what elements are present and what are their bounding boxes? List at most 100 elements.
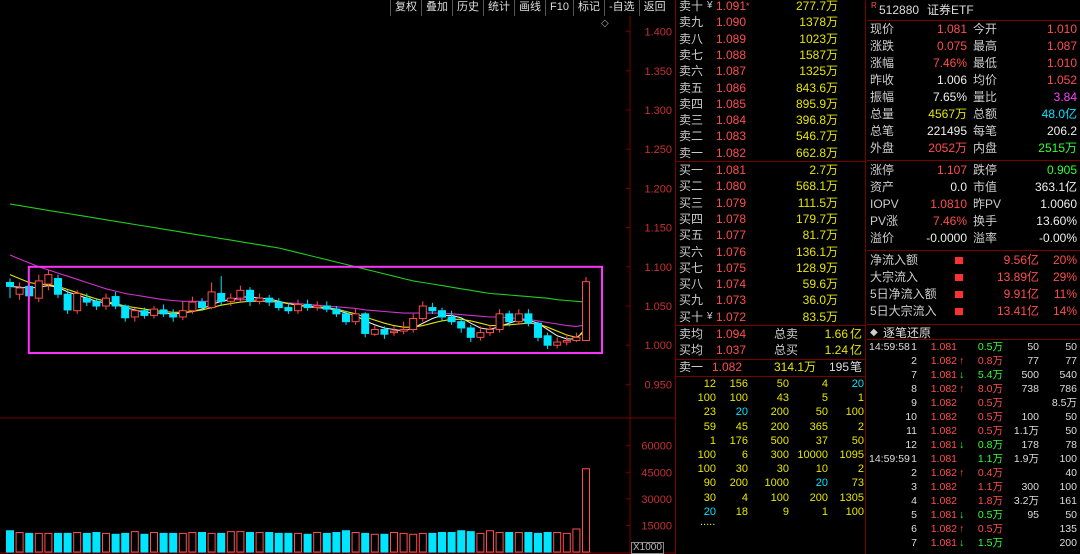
tick-col-x: 178 — [1021, 439, 1039, 451]
buy_orders-row[interactable]: 买八 1.074 59.6 万 — [676, 276, 866, 292]
quote-value: 0.905 — [1046, 163, 1077, 177]
volume-bar — [246, 532, 254, 553]
sell_orders-row[interactable]: 卖三 1.084 396.8 万 — [676, 112, 866, 128]
tick-col-y: 100 — [1059, 453, 1077, 465]
candle-body — [44, 274, 53, 285]
queue-cell: 300 — [770, 449, 789, 461]
sell_orders-row[interactable]: 卖七 1.088 1587 万 — [676, 47, 866, 63]
buy_orders-label: 买一 — [679, 163, 704, 177]
price-tick-label: 1.150 — [644, 223, 672, 235]
tick-list-header[interactable]: ◆ 逐笔还原 — [867, 324, 1080, 340]
tick-price: 1.082 — [930, 397, 957, 409]
tick-row: 11 1.082 0.5万 1.1万 50 — [867, 425, 1080, 439]
buy_orders-row[interactable]: 买四 1.078 179.7 万 — [676, 211, 866, 227]
sell_orders-volume: 1378 — [799, 15, 826, 30]
quote-label: 涨幅 — [870, 56, 895, 70]
sell_orders-volume: 843.6 — [795, 80, 826, 95]
buy_orders-label: 买二 — [679, 179, 704, 194]
sell_orders-row[interactable]: 卖八 1.089 1023 万 — [676, 31, 866, 47]
buy_orders-row[interactable]: 买一 1.081 2.7 万 — [676, 162, 866, 178]
toolbar-button-5[interactable]: F10 — [545, 0, 573, 16]
candle-body — [236, 289, 245, 299]
stock-header: R 512880 证券ETF — [867, 0, 1080, 20]
tick-price: 1.081 — [930, 537, 957, 549]
quote-row: PV涨 7.46% 换手 13.60% — [867, 213, 1080, 230]
queue-cell: 50 — [815, 406, 828, 419]
toolbar-button-2[interactable]: 历史 — [452, 0, 483, 16]
queue-cell: 5 — [821, 392, 828, 405]
volume-bar — [438, 532, 446, 553]
candle-body — [54, 278, 62, 295]
tick-arrow: ↓ — [959, 439, 965, 451]
tick-row: 3 1.082 1.1万 300 100 — [867, 481, 1080, 495]
sell_orders-label: 卖十 — [679, 0, 704, 13]
toolbar-button-1[interactable]: 叠加 — [421, 0, 452, 16]
candle-body — [159, 309, 168, 315]
quote-label: 市值 — [973, 180, 998, 194]
price-tick-label: 1.250 — [644, 144, 672, 156]
buy_orders-price: 1.075 — [716, 260, 747, 275]
buy_orders-volume: 83.5 — [802, 309, 826, 324]
tick-seq: 9 — [911, 397, 917, 409]
toolbar-button-3[interactable]: 统计 — [483, 0, 514, 16]
tick-volume: 0.5万 — [977, 509, 1003, 521]
buy_orders-row[interactable]: 买二 1.080 568.1 万 — [676, 178, 866, 194]
tick-seq: 4 — [911, 495, 917, 507]
toolbar-button-7[interactable]: -自选 — [603, 0, 639, 16]
buy_orders-row[interactable]: 买十 1.072 83.5 万 ¥ — [676, 309, 866, 325]
tick-price: 1.081 — [930, 509, 957, 521]
chart-pane[interactable]: 1.400 1.350 1.300 1.250 1.200 1.150 1.100 1.050… — [0, 0, 676, 554]
sell_orders-row[interactable]: 卖四 1.085 895.9 万 — [676, 96, 866, 112]
quote-value: 2052万 — [928, 141, 967, 155]
diamond-icon[interactable]: ◇ — [601, 18, 609, 29]
toolbar-button-0[interactable]: 复权 — [390, 0, 421, 16]
volume-bar — [534, 532, 542, 553]
sell-total: 1.66 — [824, 327, 848, 341]
toolbar-button-6[interactable]: 标记 — [572, 0, 604, 16]
queue-cell: 30 — [735, 463, 748, 476]
candle-body — [6, 281, 14, 287]
buy_orders-row[interactable]: 买三 1.079 111.5 万 — [676, 195, 866, 211]
sell_orders-row[interactable]: 卖二 1.083 546.7 万 — [676, 128, 866, 144]
price-tick-label: 1.350 — [644, 66, 672, 78]
sell_orders-row[interactable]: 卖九 1.090 1378 万 — [676, 14, 866, 30]
tick-col-y: 77 — [1065, 355, 1077, 367]
tick-volume: 0.5万 — [977, 411, 1003, 423]
sell_orders-price: 1.082 — [716, 145, 747, 160]
tick-volume: 0.4万 — [977, 467, 1003, 479]
price-chart[interactable]: 1.400 1.350 1.300 1.250 1.200 1.150 1.100 1.050… — [0, 0, 676, 554]
volume-bar — [418, 532, 427, 553]
toolbar-button-4[interactable]: 画线 — [514, 0, 545, 16]
sell_orders-label: 卖二 — [679, 129, 704, 144]
sell_orders-row[interactable]: 卖十 1.091 277.7 万 ¥ * — [676, 0, 866, 14]
tick-list-icon: ◆ — [870, 327, 878, 338]
buy_orders-row[interactable]: 买七 1.075 128.9 万 — [676, 260, 866, 276]
avg-row: 买均 1.037 总买 1.24 亿 — [676, 342, 866, 358]
quote-value: 1.006 — [936, 73, 967, 87]
flow-value: 9.56亿 — [1003, 253, 1039, 267]
buy_orders-row[interactable]: 买九 1.073 36.0 万 — [676, 292, 866, 308]
tick-row: 10 1.082 0.5万 100 50 — [867, 411, 1080, 425]
tick-row: 6 1.082 ↑ 0.5万 135 — [867, 523, 1080, 537]
sell_orders-price: 1.084 — [716, 113, 747, 128]
avg-row: 卖均 1.094 总卖 1.66 亿 — [676, 326, 866, 342]
candle-body — [207, 291, 216, 309]
buy_orders-row[interactable]: 买六 1.076 136.1 万 — [676, 244, 866, 260]
tick-seq: 5 — [911, 509, 917, 521]
queue-cell: 1095 — [839, 449, 864, 461]
tick-seq: 2 — [911, 467, 917, 479]
volume-bar — [63, 532, 72, 553]
sell_orders-row[interactable]: 卖六 1.087 1325 万 — [676, 63, 866, 79]
candle-body — [543, 335, 552, 346]
tick-row: 2 1.082 ↑ 0.4万 40 — [867, 467, 1080, 481]
sell_orders-row[interactable]: 卖一 1.082 662.8 万 — [676, 145, 866, 161]
sell_orders-volume: 1023 — [799, 31, 826, 46]
volume-bar — [390, 532, 398, 553]
queue-cell: 100 — [697, 449, 716, 461]
buy_orders-row[interactable]: 买五 1.077 81.7 万 — [676, 227, 866, 243]
volume-bar — [514, 532, 523, 553]
toolbar-button-8[interactable]: 返回 — [638, 0, 670, 16]
sell_orders-row[interactable]: 卖五 1.086 843.6 万 — [676, 80, 866, 96]
stock-code: 512880 — [879, 3, 920, 17]
stock-prefix: R — [871, 1, 877, 10]
